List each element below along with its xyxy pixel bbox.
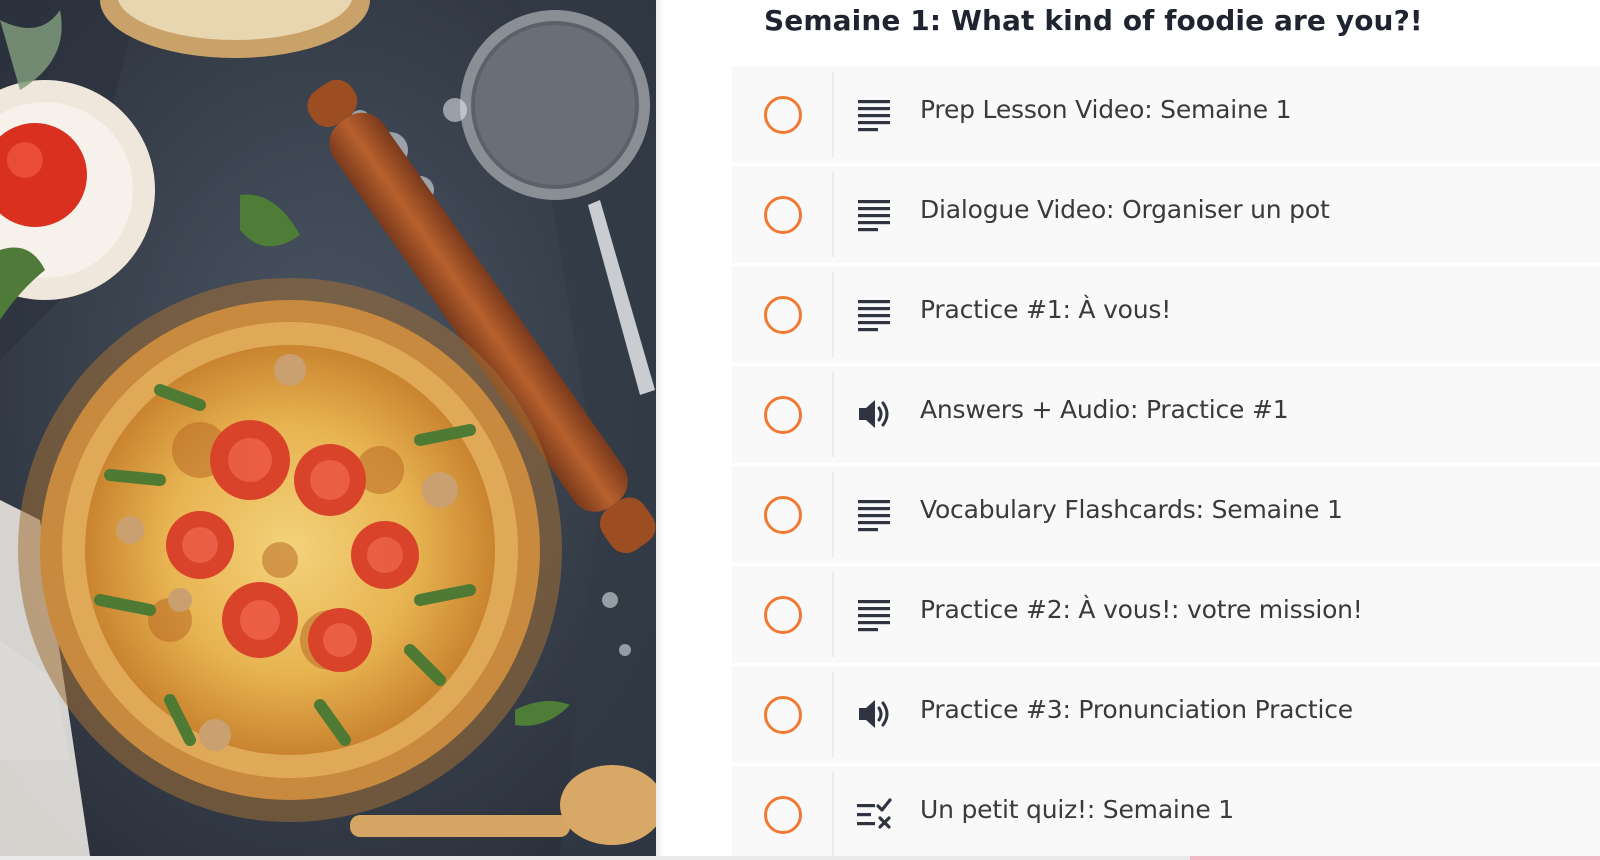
status-cell[interactable] bbox=[732, 66, 832, 163]
text-lines-icon bbox=[854, 194, 894, 234]
status-cell[interactable] bbox=[732, 466, 832, 563]
speaker-icon bbox=[854, 394, 894, 434]
lesson-item[interactable]: Answers + Audio: Practice #1 bbox=[732, 366, 1600, 463]
lesson-panel: Semaine 1: What kind of foodie are you?!… bbox=[732, 0, 1600, 860]
incomplete-status-circle-icon[interactable] bbox=[764, 396, 802, 434]
lesson-item[interactable]: Dialogue Video: Organiser un pot bbox=[732, 166, 1600, 263]
cell-divider bbox=[832, 772, 834, 857]
incomplete-status-circle-icon[interactable] bbox=[764, 296, 802, 334]
lesson-title[interactable]: Prep Lesson Video: Semaine 1 bbox=[920, 95, 1292, 124]
lesson-item[interactable]: Vocabulary Flashcards: Semaine 1 bbox=[732, 466, 1600, 563]
cell-divider bbox=[832, 172, 834, 257]
cell-divider bbox=[832, 372, 834, 457]
image-divider-shadow bbox=[656, 0, 664, 856]
cell-divider bbox=[832, 272, 834, 357]
speaker-icon bbox=[854, 694, 894, 734]
lesson-title[interactable]: Practice #2: À vous!: votre mission! bbox=[920, 595, 1363, 624]
bottom-border bbox=[0, 856, 1190, 860]
status-cell[interactable] bbox=[732, 166, 832, 263]
text-lines-icon bbox=[854, 494, 894, 534]
incomplete-status-circle-icon[interactable] bbox=[764, 96, 802, 134]
text-lines-icon bbox=[854, 94, 894, 134]
lesson-title[interactable]: Answers + Audio: Practice #1 bbox=[920, 395, 1289, 424]
lesson-item[interactable]: Un petit quiz!: Semaine 1 bbox=[732, 766, 1600, 860]
status-cell[interactable] bbox=[732, 666, 832, 763]
lesson-item[interactable]: Practice #1: À vous! bbox=[732, 266, 1600, 363]
lesson-title[interactable]: Practice #1: À vous! bbox=[920, 295, 1171, 324]
cell-divider bbox=[832, 672, 834, 757]
quiche-hero-image bbox=[0, 0, 656, 856]
text-lines-icon bbox=[854, 294, 894, 334]
lesson-title[interactable]: Practice #3: Pronunciation Practice bbox=[920, 695, 1353, 724]
lesson-item[interactable]: Practice #3: Pronunciation Practice bbox=[732, 666, 1600, 763]
lesson-list: Prep Lesson Video: Semaine 1 Dialogue Vi… bbox=[732, 66, 1600, 860]
cell-divider bbox=[832, 472, 834, 557]
course-page: Semaine 1: What kind of foodie are you?!… bbox=[0, 0, 1600, 860]
incomplete-status-circle-icon[interactable] bbox=[764, 696, 802, 734]
incomplete-status-circle-icon[interactable] bbox=[764, 196, 802, 234]
status-cell[interactable] bbox=[732, 366, 832, 463]
incomplete-status-circle-icon[interactable] bbox=[764, 796, 802, 834]
lesson-title[interactable]: Vocabulary Flashcards: Semaine 1 bbox=[920, 495, 1343, 524]
text-lines-icon bbox=[854, 594, 894, 634]
lesson-item[interactable]: Practice #2: À vous!: votre mission! bbox=[732, 566, 1600, 663]
cell-divider bbox=[832, 572, 834, 657]
lesson-title[interactable]: Dialogue Video: Organiser un pot bbox=[920, 195, 1330, 224]
incomplete-status-circle-icon[interactable] bbox=[764, 496, 802, 534]
bottom-accent-bar bbox=[1190, 856, 1600, 860]
status-cell[interactable] bbox=[732, 566, 832, 663]
section-title: Semaine 1: What kind of foodie are you?! bbox=[764, 4, 1423, 37]
status-cell[interactable] bbox=[732, 766, 832, 860]
cell-divider bbox=[832, 72, 834, 157]
quiz-checklist-icon bbox=[854, 794, 894, 834]
lesson-item[interactable]: Prep Lesson Video: Semaine 1 bbox=[732, 66, 1600, 163]
lesson-title[interactable]: Un petit quiz!: Semaine 1 bbox=[920, 795, 1234, 824]
status-cell[interactable] bbox=[732, 266, 832, 363]
incomplete-status-circle-icon[interactable] bbox=[764, 596, 802, 634]
